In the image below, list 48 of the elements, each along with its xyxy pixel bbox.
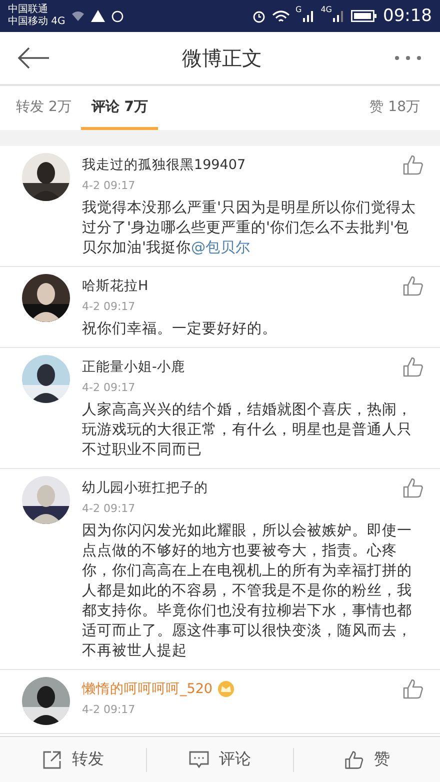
tab[interactable]: 转发 2万 [6,86,82,130]
comment-text: 因为你闪闪发光如此耀眼，所以会被嫉妒。即使一点点做的不够好的地方也要被夸大，指责。心疼你，你们高高在上在电视机上的所有为幸福打拼的人都是如此的不容易，不管我是不是你的粉丝，我都支持你。毕竟你们也没有拉柳岩下水，事情也都适可而止了。愿这件事可以很快变淡，随风而去，不再被世人提起 [82,521,413,661]
like-button[interactable] [402,356,424,378]
user-name[interactable]: 哈斯花拉H [82,277,148,295]
carrier-name: 中国移动 4G [8,16,66,28]
thumbs-up-icon [402,678,424,700]
thumbs-up-icon [402,275,424,297]
like-button[interactable]: 赞 [294,737,440,782]
network-label: G [296,5,302,14]
comment-time: 4-2 09:17 [82,703,136,716]
comment-time: 4-2 09:17 [82,381,136,394]
repost-button[interactable]: 转发 [0,737,146,782]
signal-icon [333,10,345,22]
more-icon [394,55,422,61]
comment-time: 4-2 09:17 [82,502,136,515]
alarm-icon [252,9,266,23]
like-button[interactable] [402,678,424,700]
sync-icon [111,10,124,22]
comment-text: 我觉得本没那么严重'只因为是明星所以你们觉得太过分了'身边哪么些更严重的'你们怎么不去批判'包贝尔加油'我挺你@包贝尔 [82,198,418,258]
user-name[interactable]: 我走过的孤独很黑199407 [82,156,246,174]
comment-text: 人家高高兴兴的结个婚，结婚就图个喜庆，热闹，玩游戏玩的大很正常，有什么，明星也是普通人只不过职业不同而已 [82,400,413,460]
user-name[interactable]: 正能量小姐-小鹿 [82,358,185,376]
warning-icon [91,10,106,22]
wifi-icon [272,10,290,22]
comment-time: 4-2 09:17 [82,179,136,192]
carrier-name: 中国联通 [8,4,49,16]
thumbs-up-icon [402,356,424,378]
like-button[interactable] [402,154,424,176]
comment-text: 祝你们幸福。一定要好好的。 [82,319,278,339]
crown-icon [216,681,235,697]
share-icon [42,750,62,770]
page-title: 微博正文 [182,44,262,72]
mention-link[interactable]: @包贝尔 [191,239,251,256]
user-name[interactable]: 幼儿园小班扛把子的 [82,479,208,497]
comment-time: 4-2 09:17 [82,300,136,313]
network-label: 4G [320,5,332,14]
clock-time: 09:18 [383,6,432,26]
back-arrow-icon [18,47,50,69]
thumbs-up-icon [344,750,364,770]
signal-icon [302,10,315,22]
like-button[interactable] [402,477,424,499]
battery-icon [351,10,377,22]
thumbs-up-icon [402,477,424,499]
comment-button[interactable]: 评论 [147,737,293,782]
thumbs-up-icon [402,154,424,176]
likes-tab[interactable]: 赞 18万 [360,86,430,130]
comment-icon [189,750,209,768]
like-button[interactable] [402,275,424,297]
